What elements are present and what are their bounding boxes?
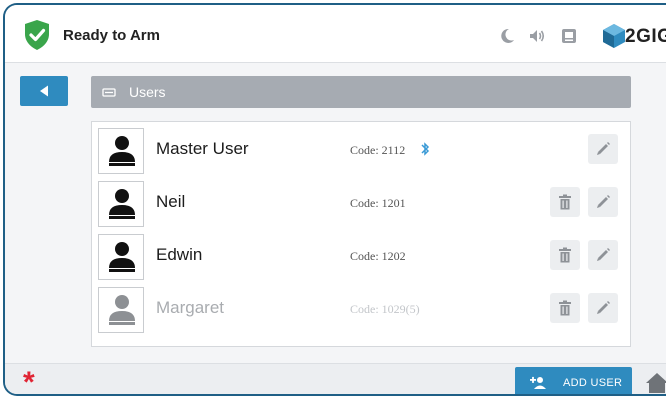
2gig-logo-icon	[603, 24, 625, 48]
system-status: Ready to Arm	[63, 27, 160, 44]
pencil-icon	[597, 195, 610, 208]
page-title: Users	[129, 84, 166, 100]
pencil-icon	[597, 142, 610, 155]
back-button[interactable]	[20, 76, 68, 106]
panel-icon[interactable]	[560, 27, 578, 45]
pencil-icon	[597, 248, 610, 261]
user-list: Master User Code: 2112 Neil Code: 1201 Edwin…	[91, 121, 631, 347]
person-icon	[109, 295, 135, 325]
person-icon	[109, 189, 135, 219]
footer: * ADD USER	[5, 363, 666, 395]
pencil-icon	[597, 301, 610, 314]
user-row[interactable]: Neil Code: 1201	[98, 179, 626, 227]
user-code: Code: 1202	[350, 249, 406, 263]
trash-icon	[559, 300, 571, 316]
person-icon	[109, 242, 135, 272]
brand-name: 2GIG	[625, 26, 666, 47]
bluetooth-icon	[421, 142, 430, 156]
user-name: Master User	[156, 139, 249, 158]
shield-check-icon	[25, 20, 49, 50]
home-icon[interactable]	[645, 372, 666, 394]
edit-user-button[interactable]	[588, 240, 618, 270]
user-avatar	[98, 234, 144, 280]
user-name: Neil	[156, 192, 186, 211]
add-user-button[interactable]: ADD USER	[515, 367, 632, 394]
user-row[interactable]: Edwin Code: 1202	[98, 232, 626, 280]
delete-user-button[interactable]	[550, 187, 580, 217]
user-code: Code: 1029(5)	[350, 302, 420, 316]
user-avatar	[98, 287, 144, 333]
moon-icon[interactable]	[498, 27, 516, 45]
person-icon	[109, 136, 135, 166]
back-arrow-icon	[40, 85, 48, 97]
delete-user-button[interactable]	[550, 240, 580, 270]
add-user-label: ADD USER	[563, 377, 623, 389]
users-icon	[102, 88, 116, 97]
user-avatar	[98, 181, 144, 227]
trash-icon	[559, 247, 571, 263]
delete-user-button[interactable]	[550, 293, 580, 323]
user-row[interactable]: Master User Code: 2112	[98, 126, 626, 174]
user-code: Code: 1201	[350, 196, 406, 210]
emergency-icon[interactable]: *	[23, 368, 35, 395]
edit-user-button[interactable]	[588, 134, 618, 164]
user-name: Edwin	[156, 245, 203, 264]
edit-user-button[interactable]	[588, 187, 618, 217]
user-name: Margaret	[156, 298, 225, 317]
header: Ready to Arm 2GIG	[5, 5, 666, 63]
user-row[interactable]: Margaret Code: 1029(5)	[98, 285, 626, 333]
speaker-icon[interactable]	[528, 27, 546, 45]
add-user-icon	[530, 376, 546, 389]
edit-user-button[interactable]	[588, 293, 618, 323]
app-frame: Ready to Arm 2GIG Users	[3, 3, 666, 396]
trash-icon	[559, 194, 571, 210]
user-avatar	[98, 128, 144, 174]
user-code: Code: 2112	[350, 143, 406, 157]
page-title-bar: Users	[91, 76, 631, 108]
